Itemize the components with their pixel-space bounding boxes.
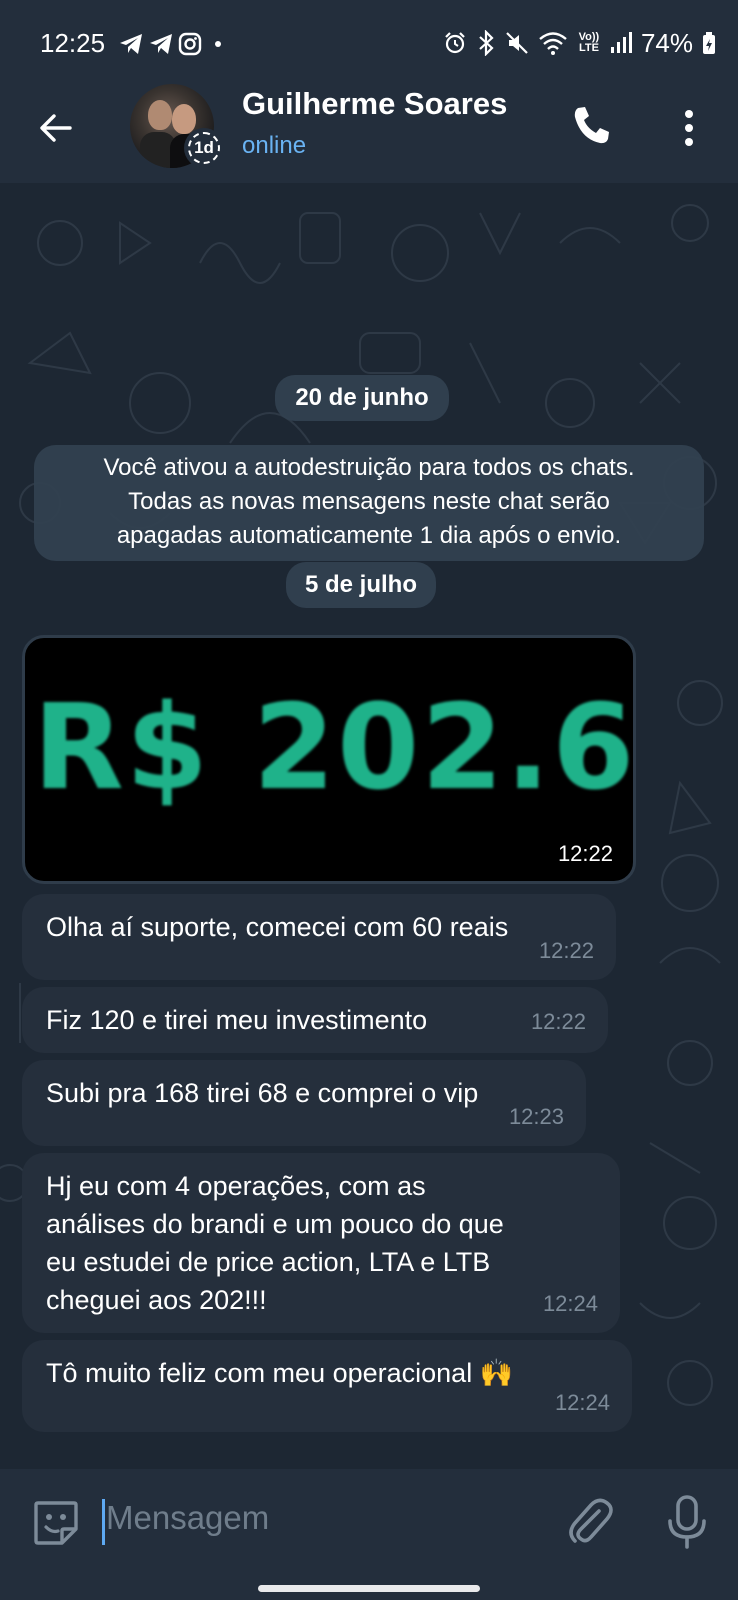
message-time: 12:22 — [538, 938, 594, 963]
self-destruct-timer-badge: 1d — [184, 128, 224, 168]
message-time: 12:22 — [530, 1009, 586, 1034]
status-bar: 12:25 Vo)) LTE 74% — [0, 0, 738, 88]
photo-message[interactable]: R$ 202.64 12:22 — [22, 635, 636, 884]
dot-icon — [215, 41, 221, 47]
timer-icon: 1d — [188, 132, 220, 164]
top-bar: 12:25 Vo)) LTE 74% 1d Guilherme Soares o… — [0, 0, 738, 183]
message-bubble[interactable]: Fiz 120 e tirei meu investimento 12:22 — [22, 987, 608, 1053]
photo-amount-text: R$ 202.64 — [33, 678, 636, 816]
notification-icons — [118, 30, 226, 58]
message-text-line: análises do brandi e um pouco do que — [46, 1209, 504, 1239]
service-message-line: apagadas automaticamente 1 dia após o en… — [116, 522, 622, 549]
service-message-line: Você ativou a autodestruição para todos … — [103, 454, 635, 481]
message-bubble[interactable]: Subi pra 168 tirei 68 e comprei o vip 12… — [22, 1060, 586, 1146]
alarm-icon — [445, 32, 465, 54]
message-text: Fiz 120 e tirei meu investimento — [46, 1005, 428, 1035]
telegram-icon — [150, 34, 172, 54]
battery-percent: 74% — [640, 27, 693, 58]
message-time: 12:24 — [542, 1291, 598, 1316]
message-input[interactable]: Mensagem — [106, 1499, 269, 1537]
microphone-icon[interactable] — [664, 1493, 710, 1551]
presence-status: online — [242, 132, 307, 159]
bluetooth-icon — [479, 30, 494, 56]
message-time: 12:22 — [557, 841, 613, 866]
chat-area[interactable]: 20 de junho Você ativou a autodestruição… — [0, 183, 738, 1469]
more-options-icon[interactable] — [672, 106, 706, 150]
status-time: 12:25 — [40, 28, 106, 58]
back-arrow-icon[interactable] — [36, 108, 76, 148]
message-time: 12:23 — [508, 1104, 564, 1129]
message-text: Subi pra 168 tirei 68 e comprei o vip — [46, 1078, 479, 1108]
text-cursor — [102, 1499, 105, 1545]
service-message-autodestruct: Você ativou a autodestruição para todos … — [34, 445, 704, 561]
message-text-line: Hj eu com 4 operações, com as — [46, 1171, 426, 1201]
message-text-line: eu estudei de price action, LTA e LTB — [46, 1247, 491, 1277]
message-bubble[interactable]: Olha aí suporte, comecei com 60 reais 12… — [22, 894, 616, 980]
message-text: Olha aí suporte, comecei com 60 reais — [46, 912, 509, 942]
message-time: 12:24 — [554, 1390, 610, 1415]
date-separator: 20 de junho — [275, 375, 449, 421]
message-bubble[interactable]: Tô muito feliz com meu operacional 🙌 12:… — [22, 1340, 632, 1432]
instagram-icon — [178, 32, 202, 56]
sticker-emoji-icon[interactable] — [30, 1497, 82, 1549]
home-indicator[interactable] — [258, 1585, 480, 1592]
battery-icon — [703, 32, 715, 54]
service-message-line: Todas as novas mensagens neste chat serã… — [128, 488, 610, 515]
message-text-line: cheguei aos 202!!! — [46, 1285, 267, 1315]
system-icons: Vo)) LTE 74% — [443, 28, 716, 58]
timer-label: 1d — [194, 138, 214, 157]
attach-paperclip-icon[interactable] — [565, 1495, 615, 1549]
mute-icon — [506, 32, 528, 54]
contact-name[interactable]: Guilherme Soares — [242, 86, 542, 122]
chat-header: 1d Guilherme Soares online — [0, 84, 738, 183]
phone-call-icon[interactable] — [568, 102, 616, 150]
message-text: Tô muito feliz com meu operacional 🙌 — [46, 1358, 514, 1388]
telegram-icon — [120, 34, 142, 54]
message-input-bar: Mensagem — [0, 1469, 738, 1600]
date-separator: 5 de julho — [286, 562, 436, 608]
message-bubble[interactable]: Hj eu com 4 operações, com as análises d… — [22, 1153, 620, 1333]
wifi-icon — [539, 32, 567, 55]
volte-icon: Vo)) LTE — [578, 31, 600, 54]
signal-icon — [610, 32, 632, 53]
